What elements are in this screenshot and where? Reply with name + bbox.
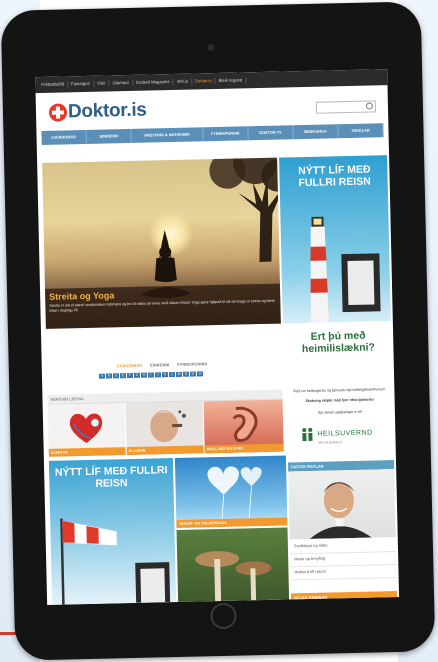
camera-icon bbox=[207, 44, 215, 52]
nav-item[interactable]: FYRIRSPURNIR bbox=[203, 126, 249, 142]
letter-button[interactable]: J bbox=[154, 372, 162, 378]
topbar-link[interactable]: mbl.is bbox=[173, 78, 192, 85]
letter-button[interactable]: B bbox=[105, 373, 113, 379]
search-icon[interactable] bbox=[365, 102, 374, 110]
lighthouse-icon bbox=[310, 216, 329, 323]
screen: Fréttablaðið Fasteignir Vísir Glamour Ic… bbox=[35, 69, 400, 605]
heilsuvernd-logo: HEILSUVERND bbox=[300, 426, 373, 442]
ad-title: Ert þú með heimilislækni? bbox=[301, 329, 376, 356]
tree-silhouette-icon bbox=[209, 157, 281, 263]
site-header: Doktor.is bbox=[36, 85, 389, 131]
tab-sjukdomar[interactable]: SJÚKDÓMAR bbox=[116, 363, 142, 369]
ad-title: NÝTT LÍF MEÐ FULLRI REISN bbox=[298, 163, 371, 190]
letter-button[interactable]: N bbox=[182, 371, 190, 377]
section-label: SÉRSVIÐ LÆKNA bbox=[50, 396, 84, 402]
site-logo[interactable]: Doktor.is bbox=[48, 99, 147, 124]
logo-text: Doktor.is bbox=[67, 99, 147, 123]
category-tabs: SJÚKDÓMAR EINKENNI FYRIRSPURNIR bbox=[82, 360, 242, 369]
topbar-link[interactable]: Iceland Magazine bbox=[132, 78, 174, 86]
letter-button[interactable]: F bbox=[126, 372, 134, 379]
thumb-card[interactable]: ELLIÁRIN bbox=[125, 401, 204, 456]
fastir-link[interactable]: Heilsa á efri árum bbox=[290, 565, 397, 581]
hero-caption: Streita og Yoga Streita er eitt af stærr… bbox=[45, 283, 281, 329]
thumb-card[interactable]: HJARTAÐ bbox=[47, 403, 126, 457]
article-card[interactable] bbox=[176, 527, 290, 602]
letter-button[interactable]: S bbox=[196, 371, 204, 377]
windsock-icon bbox=[60, 518, 117, 605]
ad-text: Ráð um heilsugæslu og þjónustu hjá heilb… bbox=[293, 387, 386, 394]
nav-item[interactable]: EINKENNI bbox=[86, 128, 132, 144]
ad-banner-bottom[interactable]: NÝTT LÍF MEÐ FULLRI REISN bbox=[48, 458, 177, 605]
article-card[interactable]: HUGAR- OG SÁLARHEILSA bbox=[174, 455, 288, 528]
letter-button[interactable]: A bbox=[98, 373, 106, 379]
ad-text: Sjá nánari upplýsingar á vef bbox=[317, 409, 363, 415]
brand-text: HEILSUVERND bbox=[317, 429, 373, 438]
brand-sub: HEILSUGÆSLA bbox=[317, 440, 343, 445]
letter-button[interactable]: E bbox=[119, 373, 127, 379]
topbar-link[interactable]: Glamour bbox=[109, 79, 134, 87]
letter-button[interactable]: I bbox=[147, 372, 155, 378]
tablet-frame: Fréttablaðið Fasteignir Vísir Glamour Ic… bbox=[0, 1, 436, 661]
new-articles-title: NÝJAR GREINAR bbox=[294, 594, 328, 601]
letter-button[interactable]: M bbox=[175, 371, 183, 377]
product-box bbox=[135, 562, 171, 603]
ad-title: NÝTT LÍF MEÐ FULLRI REISN bbox=[54, 464, 168, 490]
ad-heilsuvernd[interactable]: Ert þú með heimilislækni? Ráð um heilsug… bbox=[284, 325, 394, 460]
search-input[interactable] bbox=[315, 100, 377, 114]
thumb-card[interactable]: HALS, NEF OG EYRU bbox=[203, 399, 284, 454]
topbar-link[interactable]: Fasteignir bbox=[68, 80, 95, 88]
letter-button[interactable]: O bbox=[189, 371, 197, 377]
letter-button[interactable]: G bbox=[133, 372, 141, 378]
letter-button[interactable]: K bbox=[161, 372, 169, 378]
nav-item[interactable]: HREYFING & MATARÆÐI bbox=[131, 127, 204, 143]
letter-button[interactable]: H bbox=[140, 372, 148, 378]
product-box bbox=[341, 253, 381, 313]
hero-article[interactable]: Streita og Yoga Streita er eitt af stærr… bbox=[42, 157, 281, 329]
tab-fyrirspurnir[interactable]: FYRIRSPURNIR bbox=[177, 361, 207, 367]
thumb-label: HALS, NEF OG EYRU bbox=[204, 443, 284, 454]
letter-button[interactable]: D bbox=[112, 373, 120, 379]
topbar-link[interactable]: Bleik tegund bbox=[215, 77, 247, 84]
fastir-links: Svefnleysi og líðan Matur og hreyfing He… bbox=[289, 539, 397, 581]
thumb-label: HJARTAÐ bbox=[48, 447, 126, 457]
thumb-label: ELLIÁRIN bbox=[126, 445, 204, 456]
topbar-link[interactable]: Fréttablaðið bbox=[38, 81, 69, 89]
nav-item[interactable]: MEÐGANGA bbox=[293, 124, 339, 140]
ad-banner-top[interactable]: NÝTT LÍF MEÐ FULLRI REISN bbox=[279, 155, 391, 324]
ad-text: Skráning skiptir máli fyrir rétta þjónus… bbox=[305, 397, 374, 404]
topbar-link[interactable]: Vísir bbox=[93, 80, 110, 87]
article-label: HUGAR- OG SÁLARHEILSA bbox=[176, 517, 288, 528]
nav-item[interactable]: TENGLAR bbox=[338, 123, 384, 139]
elderly-man-icon bbox=[150, 410, 186, 443]
portrait-image[interactable] bbox=[288, 469, 396, 540]
cross-icon bbox=[48, 103, 68, 122]
tab-einkenni[interactable]: EINKENNI bbox=[150, 362, 169, 367]
nav-item[interactable]: DOKTOR TV bbox=[248, 125, 294, 141]
alphabet-index: A B D E F G H I J K L M N O S bbox=[98, 371, 204, 379]
man-portrait-icon bbox=[309, 482, 372, 539]
mushrooms-icon bbox=[195, 551, 272, 602]
people-icon bbox=[302, 427, 313, 442]
fastir-title: FASTIR PISTLAR bbox=[291, 463, 324, 470]
letter-button[interactable]: L bbox=[168, 371, 176, 378]
new-articles-header: NÝJAR GREINAR bbox=[290, 591, 398, 603]
ear-icon bbox=[232, 406, 258, 443]
nav-item[interactable]: SJÚKDÓMAR bbox=[41, 129, 87, 145]
heart-icon bbox=[69, 413, 103, 444]
topbar-link-active[interactable]: Doktor.is bbox=[191, 77, 216, 85]
home-button[interactable] bbox=[210, 602, 237, 630]
